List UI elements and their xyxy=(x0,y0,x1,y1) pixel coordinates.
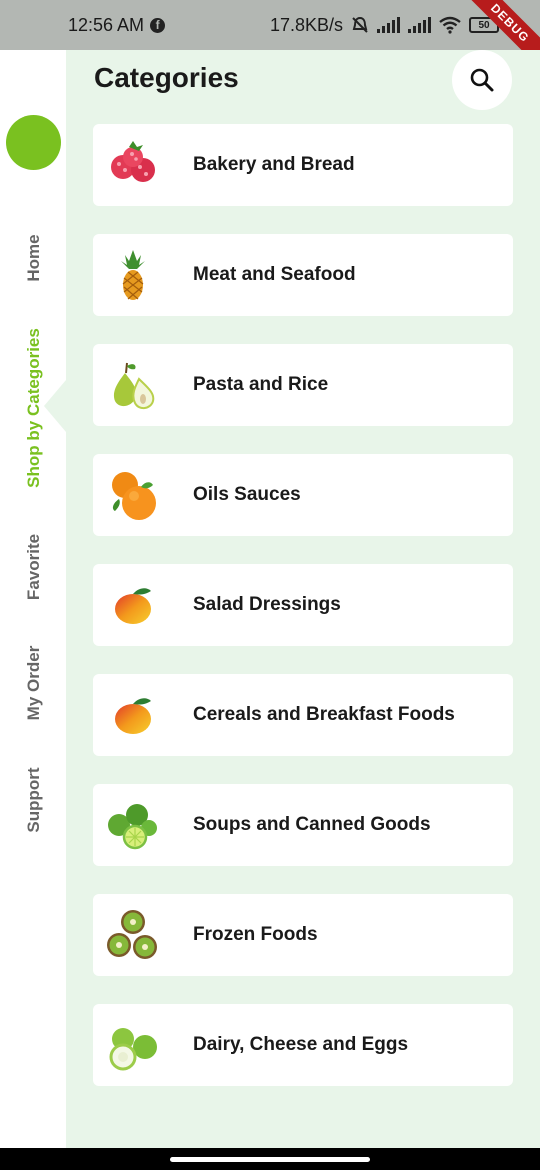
raspberry-icon xyxy=(111,141,155,182)
category-card-frozen-foods[interactable]: Frozen Foods xyxy=(93,894,513,976)
kiwi-icon xyxy=(107,910,157,959)
category-card-cereals-and-breakfast-foods[interactable]: Cereals and Breakfast Foods xyxy=(93,674,513,756)
sidebar-item-shop-by-categories[interactable]: Shop by Categories xyxy=(24,328,44,488)
category-label: Pasta and Rice xyxy=(193,374,329,395)
sidebar-item-support[interactable]: Support xyxy=(24,767,44,832)
category-card-soups-and-canned-goods[interactable]: Soups and Canned Goods xyxy=(93,784,513,866)
category-label: Frozen Foods xyxy=(193,924,318,945)
wifi-icon xyxy=(439,16,461,34)
status-bar: 12:56 AM f 17.8KB/s 50 DEBUG xyxy=(0,0,540,50)
category-label: Soups and Canned Goods xyxy=(193,814,431,835)
mango-icon xyxy=(115,588,151,624)
home-indicator[interactable] xyxy=(170,1157,370,1162)
system-nav-bar xyxy=(0,1148,540,1170)
active-indicator xyxy=(44,380,66,432)
mute-alarm-icon xyxy=(352,16,368,33)
category-card-oils-sauces[interactable]: Oils Sauces xyxy=(93,454,513,536)
pear-icon xyxy=(113,362,155,409)
sidebar-item-favorite[interactable]: Favorite xyxy=(24,534,44,600)
category-label: Salad Dressings xyxy=(193,594,341,615)
sidebar-item-my-order[interactable]: My Order xyxy=(24,646,44,721)
category-label: Cereals and Breakfast Foods xyxy=(193,704,455,725)
category-label: Dairy, Cheese and Eggs xyxy=(193,1034,409,1055)
category-card-dairy-cheese-and-eggs[interactable]: Dairy, Cheese and Eggs xyxy=(93,1004,513,1086)
search-button[interactable] xyxy=(452,50,512,110)
category-label: Meat and Seafood xyxy=(193,264,356,285)
sidebar-item-home[interactable]: Home xyxy=(24,234,44,281)
avatar[interactable] xyxy=(6,115,61,170)
orange-icon xyxy=(112,472,156,520)
category-label: Oils Sauces xyxy=(193,484,301,505)
lime-icon xyxy=(108,804,157,850)
category-list: Bakery and Bread Meat and Seafood Pasta … xyxy=(93,124,513,1114)
category-card-bakery-and-bread[interactable]: Bakery and Bread xyxy=(93,124,513,206)
signal-icon xyxy=(377,17,401,33)
category-card-pasta-and-rice[interactable]: Pasta and Rice xyxy=(93,344,513,426)
facebook-icon: f xyxy=(150,17,166,33)
search-icon xyxy=(470,68,494,92)
mango-icon xyxy=(115,698,151,734)
network-speed: 17.8KB/s xyxy=(270,14,344,35)
sidebar: Home Shop by Categories Favorite My Orde… xyxy=(0,50,66,1148)
category-label: Bakery and Bread xyxy=(193,154,355,175)
guava-icon xyxy=(109,1028,157,1071)
category-card-salad-dressings[interactable]: Salad Dressings xyxy=(93,564,513,646)
pineapple-icon xyxy=(121,250,145,300)
page-title: Categories xyxy=(94,62,239,93)
status-time: 12:56 AM xyxy=(68,14,145,35)
category-card-meat-and-seafood[interactable]: Meat and Seafood xyxy=(93,234,513,316)
signal-icon-2 xyxy=(408,17,432,33)
